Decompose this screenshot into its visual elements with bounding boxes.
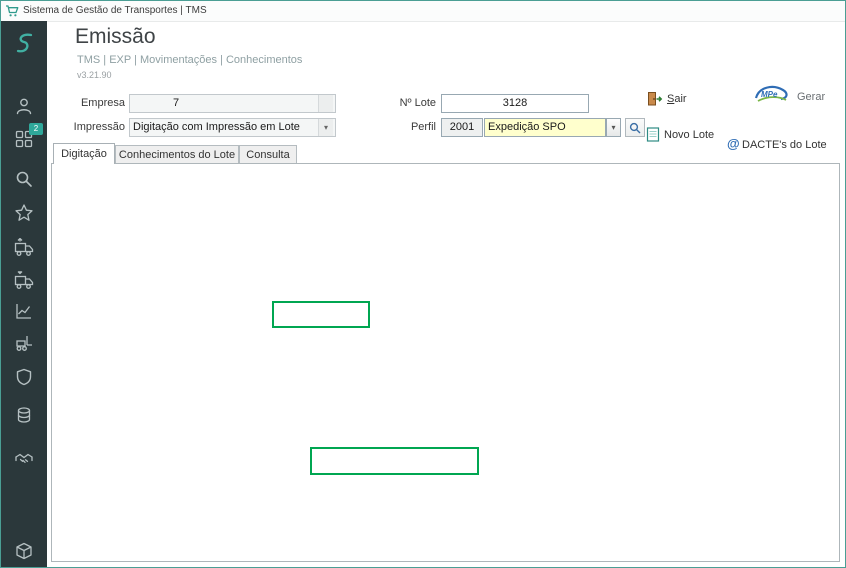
perfil-name-field[interactable]: Expedição SPO — [484, 118, 606, 137]
perfil-code-field[interactable]: 2001 — [441, 118, 483, 137]
sidebar: 2 — [1, 21, 47, 568]
handshake-icon[interactable] — [14, 449, 34, 469]
tab-conhecimentos-do-lote[interactable]: Conhecimentos do Lote — [115, 145, 239, 164]
gerar-label: Gerar — [797, 91, 825, 103]
star-icon[interactable] — [14, 203, 34, 223]
forklift-icon[interactable] — [14, 333, 34, 353]
at-icon: @ — [727, 136, 740, 151]
notification-badge: 2 — [29, 123, 43, 135]
notepad-icon — [646, 126, 660, 143]
search-icon[interactable] — [14, 169, 34, 189]
user-icon[interactable] — [14, 96, 34, 116]
gerar-button[interactable]: MPe Gerar — [753, 83, 838, 107]
chart-icon[interactable] — [14, 301, 34, 321]
app-window: Sistema de Gestão de Transportes | TMS 2 — [0, 0, 846, 568]
breadcrumb: TMS | EXP | Movimentações | Conhecimento… — [77, 54, 302, 66]
impressao-value: Digitação com Impressão em Lote — [133, 121, 300, 133]
empresa-combobox[interactable]: 7 ▾ — [129, 94, 336, 113]
perfil-search-button[interactable] — [625, 118, 645, 137]
mpe-logo-icon: MPe — [753, 83, 791, 105]
chevron-down-icon[interactable]: ▾ — [318, 119, 333, 136]
novo-lote-button[interactable]: Novo Lote — [646, 125, 726, 145]
empresa-label: Empresa — [63, 94, 125, 113]
sair-label: Sair — [667, 93, 687, 105]
title-bar: Sistema de Gestão de Transportes | TMS — [1, 1, 845, 22]
tab-digitacao[interactable]: Digitação — [53, 143, 115, 164]
impressao-label: Impressão — [63, 118, 125, 137]
tab-page — [51, 163, 840, 562]
door-exit-icon — [646, 91, 663, 107]
empresa-value: 7 — [173, 97, 179, 109]
package-icon[interactable] — [14, 541, 34, 561]
dacte-button[interactable]: @ DACTE's do Lote — [727, 136, 839, 154]
truck-outbound-icon[interactable] — [14, 238, 34, 258]
cart-icon — [5, 4, 20, 18]
dacte-label: DACTE's do Lote — [742, 139, 827, 151]
tab-consulta[interactable]: Consulta — [239, 145, 297, 164]
app-logo-icon[interactable] — [10, 29, 38, 57]
magnifier-icon — [629, 122, 641, 134]
novo-lote-label: Novo Lote — [664, 129, 714, 141]
svg-text:MPe: MPe — [761, 90, 778, 99]
sair-button[interactable]: Sair — [646, 89, 708, 111]
nlote-label: Nº Lote — [381, 94, 436, 113]
perfil-dropdown-button[interactable]: ▾ — [606, 118, 621, 137]
nlote-field[interactable]: 3128 — [441, 94, 589, 113]
version-label: v3.21.90 — [77, 70, 112, 80]
truck-inbound-icon[interactable] — [14, 271, 34, 291]
chevron-down-icon[interactable]: ▾ — [318, 95, 333, 112]
page-title: Emissão — [75, 25, 156, 49]
impressao-combobox[interactable]: Digitação com Impressão em Lote ▾ — [129, 118, 336, 137]
coins-icon[interactable] — [14, 405, 34, 425]
window-title: Sistema de Gestão de Transportes | TMS — [23, 5, 207, 16]
shield-icon[interactable] — [14, 367, 34, 387]
perfil-label: Perfil — [381, 118, 436, 137]
